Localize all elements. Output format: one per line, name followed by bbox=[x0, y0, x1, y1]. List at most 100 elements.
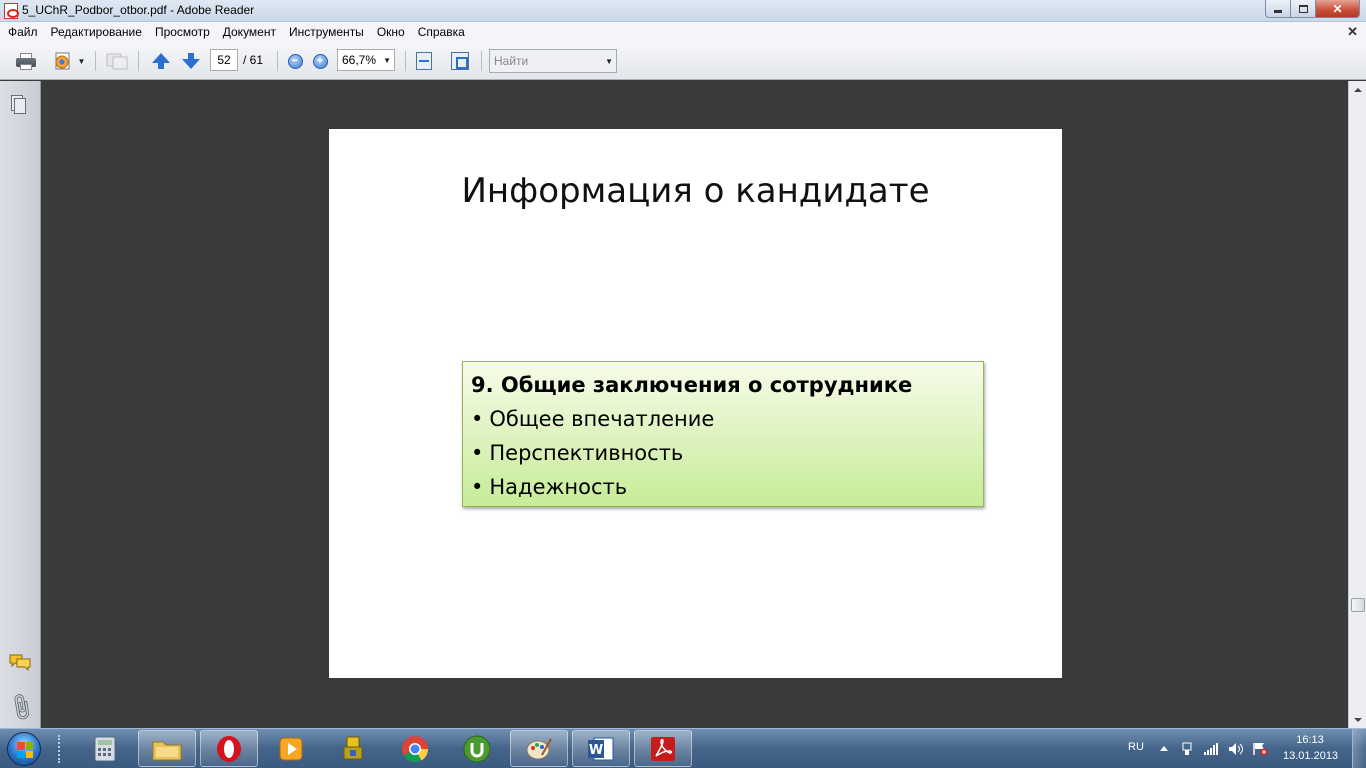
info-box-heading: 9. Общие заключения о сотруднике bbox=[471, 373, 913, 397]
menu-window[interactable]: Окно bbox=[377, 25, 405, 39]
zoom-in-button[interactable]: + bbox=[311, 52, 329, 70]
toolbar-separator bbox=[95, 51, 96, 71]
zoom-out-icon: − bbox=[287, 53, 303, 69]
restore-icon bbox=[1298, 4, 1308, 13]
fit-width-icon bbox=[416, 52, 432, 70]
clock-time[interactable]: 16:13 bbox=[1283, 734, 1337, 746]
paint-icon bbox=[526, 738, 552, 759]
zoom-dropdown-icon: ▼ bbox=[383, 55, 391, 65]
print-button[interactable] bbox=[14, 51, 38, 71]
fit-width-button[interactable] bbox=[414, 51, 434, 71]
clock-date[interactable]: 13.01.2013 bbox=[1283, 750, 1338, 762]
pdf-page: Информация о кандидате 9. Общие заключен… bbox=[329, 129, 1062, 678]
menu-tools[interactable]: Инструменты bbox=[289, 25, 364, 39]
utorrent-icon bbox=[463, 735, 491, 762]
taskbar-word[interactable]: W bbox=[572, 730, 630, 767]
start-button[interactable] bbox=[3, 730, 45, 768]
menu-bar: Файл Редактирование Просмотр Документ Ин… bbox=[0, 22, 1366, 42]
window-controls: ✕ bbox=[1265, 0, 1360, 18]
chrome-icon bbox=[402, 735, 429, 762]
taskbar: W RU 16:13 13.01.2013 bbox=[0, 728, 1366, 768]
adobe-reader-icon bbox=[651, 736, 675, 761]
minimize-button[interactable] bbox=[1265, 0, 1291, 18]
search-dropdown-icon: ▼ bbox=[605, 56, 613, 66]
attachments-panel-button[interactable]: 📎︎ bbox=[4, 690, 37, 724]
taskbar-calculator[interactable] bbox=[76, 730, 134, 767]
toolbar: ▼ 52 / 61 − + 66,7% ▼ Найти ▼ bbox=[0, 42, 1366, 80]
menu-document[interactable]: Документ bbox=[223, 25, 276, 39]
printer-icon bbox=[16, 53, 36, 70]
search-input[interactable]: Найти ▼ bbox=[489, 49, 617, 73]
minimize-icon bbox=[1274, 10, 1282, 13]
volume-icon[interactable] bbox=[1228, 742, 1244, 756]
collaborate-button[interactable] bbox=[104, 51, 130, 71]
arrow-up-icon bbox=[151, 51, 171, 71]
info-box-item: • Общее впечатление bbox=[471, 407, 715, 431]
network-signal-icon[interactable] bbox=[1203, 742, 1219, 756]
paperclip-icon: 📎︎ bbox=[4, 691, 38, 725]
collaborate-icon bbox=[106, 53, 128, 70]
fit-page-icon bbox=[451, 52, 469, 70]
share-icon bbox=[55, 52, 70, 70]
document-close-icon[interactable]: ✕ bbox=[1347, 24, 1358, 40]
taskbar-paint[interactable] bbox=[510, 730, 568, 767]
slide-title: Информация о кандидате bbox=[461, 171, 930, 211]
taskbar-chrome[interactable] bbox=[386, 730, 444, 767]
menu-view[interactable]: Просмотр bbox=[155, 25, 210, 39]
next-page-button[interactable] bbox=[180, 51, 202, 71]
taskbar-explorer[interactable] bbox=[138, 730, 196, 767]
scroll-down-button[interactable] bbox=[1349, 711, 1366, 728]
show-desktop-button[interactable] bbox=[1352, 729, 1366, 768]
calculator-icon bbox=[94, 736, 116, 761]
action-center-icon[interactable] bbox=[1252, 742, 1268, 756]
navigation-pane: 📎︎ bbox=[0, 81, 41, 728]
zoom-out-button[interactable]: − bbox=[286, 52, 304, 70]
taskbar-grip bbox=[58, 735, 64, 763]
maximize-button[interactable] bbox=[1291, 0, 1316, 18]
explorer-icon bbox=[152, 741, 182, 760]
page-total-label: / 61 bbox=[243, 53, 264, 67]
pages-panel-button[interactable] bbox=[11, 95, 27, 115]
toolbar-separator bbox=[138, 51, 139, 71]
windows-logo-icon bbox=[7, 732, 41, 766]
info-box-item: • Надежность bbox=[471, 475, 628, 499]
fit-page-button[interactable] bbox=[450, 51, 470, 71]
language-indicator[interactable]: RU bbox=[1128, 741, 1144, 753]
arrow-down-icon bbox=[181, 51, 201, 71]
opera-icon bbox=[217, 735, 241, 762]
scroll-up-button[interactable] bbox=[1349, 81, 1366, 98]
show-hidden-icons-icon[interactable] bbox=[1160, 746, 1168, 751]
menu-file[interactable]: Файл bbox=[8, 25, 38, 39]
taskbar-adobe-reader[interactable] bbox=[634, 730, 692, 767]
search-placeholder: Найти bbox=[494, 54, 529, 68]
title-bar: 5_UChR_Podbor_otbor.pdf - Adobe Reader ✕ bbox=[0, 0, 1366, 22]
taskbar-game[interactable] bbox=[324, 730, 382, 767]
comments-icon bbox=[9, 654, 31, 672]
comments-panel-button[interactable] bbox=[8, 653, 32, 672]
scroll-up-icon bbox=[1353, 87, 1362, 92]
toolbar-separator bbox=[481, 51, 482, 71]
taskbar-media-player[interactable] bbox=[262, 730, 320, 767]
zoom-select[interactable]: 66,7% ▼ bbox=[337, 49, 395, 71]
word-icon: W bbox=[588, 737, 614, 760]
game-icon bbox=[343, 736, 363, 759]
info-box-item: • Перспективность bbox=[471, 441, 684, 465]
menu-edit[interactable]: Редактирование bbox=[51, 25, 142, 39]
vertical-scrollbar[interactable] bbox=[1348, 81, 1366, 728]
window-title: 5_UChR_Podbor_otbor.pdf - Adobe Reader bbox=[22, 3, 255, 17]
taskbar-utorrent[interactable] bbox=[448, 730, 506, 767]
share-button[interactable]: ▼ bbox=[50, 51, 88, 71]
close-icon: ✕ bbox=[1332, 1, 1343, 16]
zoom-value: 66,7% bbox=[342, 53, 377, 67]
menu-help[interactable]: Справка bbox=[418, 25, 465, 39]
close-button[interactable]: ✕ bbox=[1316, 0, 1360, 18]
scroll-thumb[interactable] bbox=[1351, 598, 1365, 612]
zoom-in-icon: + bbox=[312, 53, 328, 69]
info-box: 9. Общие заключения о сотруднике • Общее … bbox=[462, 361, 984, 507]
pdf-file-icon bbox=[4, 3, 19, 19]
page-number-input[interactable]: 52 bbox=[210, 49, 238, 71]
taskbar-opera[interactable] bbox=[200, 730, 258, 767]
previous-page-button[interactable] bbox=[150, 51, 172, 71]
usb-device-icon[interactable] bbox=[1180, 742, 1194, 756]
toolbar-separator bbox=[277, 51, 278, 71]
